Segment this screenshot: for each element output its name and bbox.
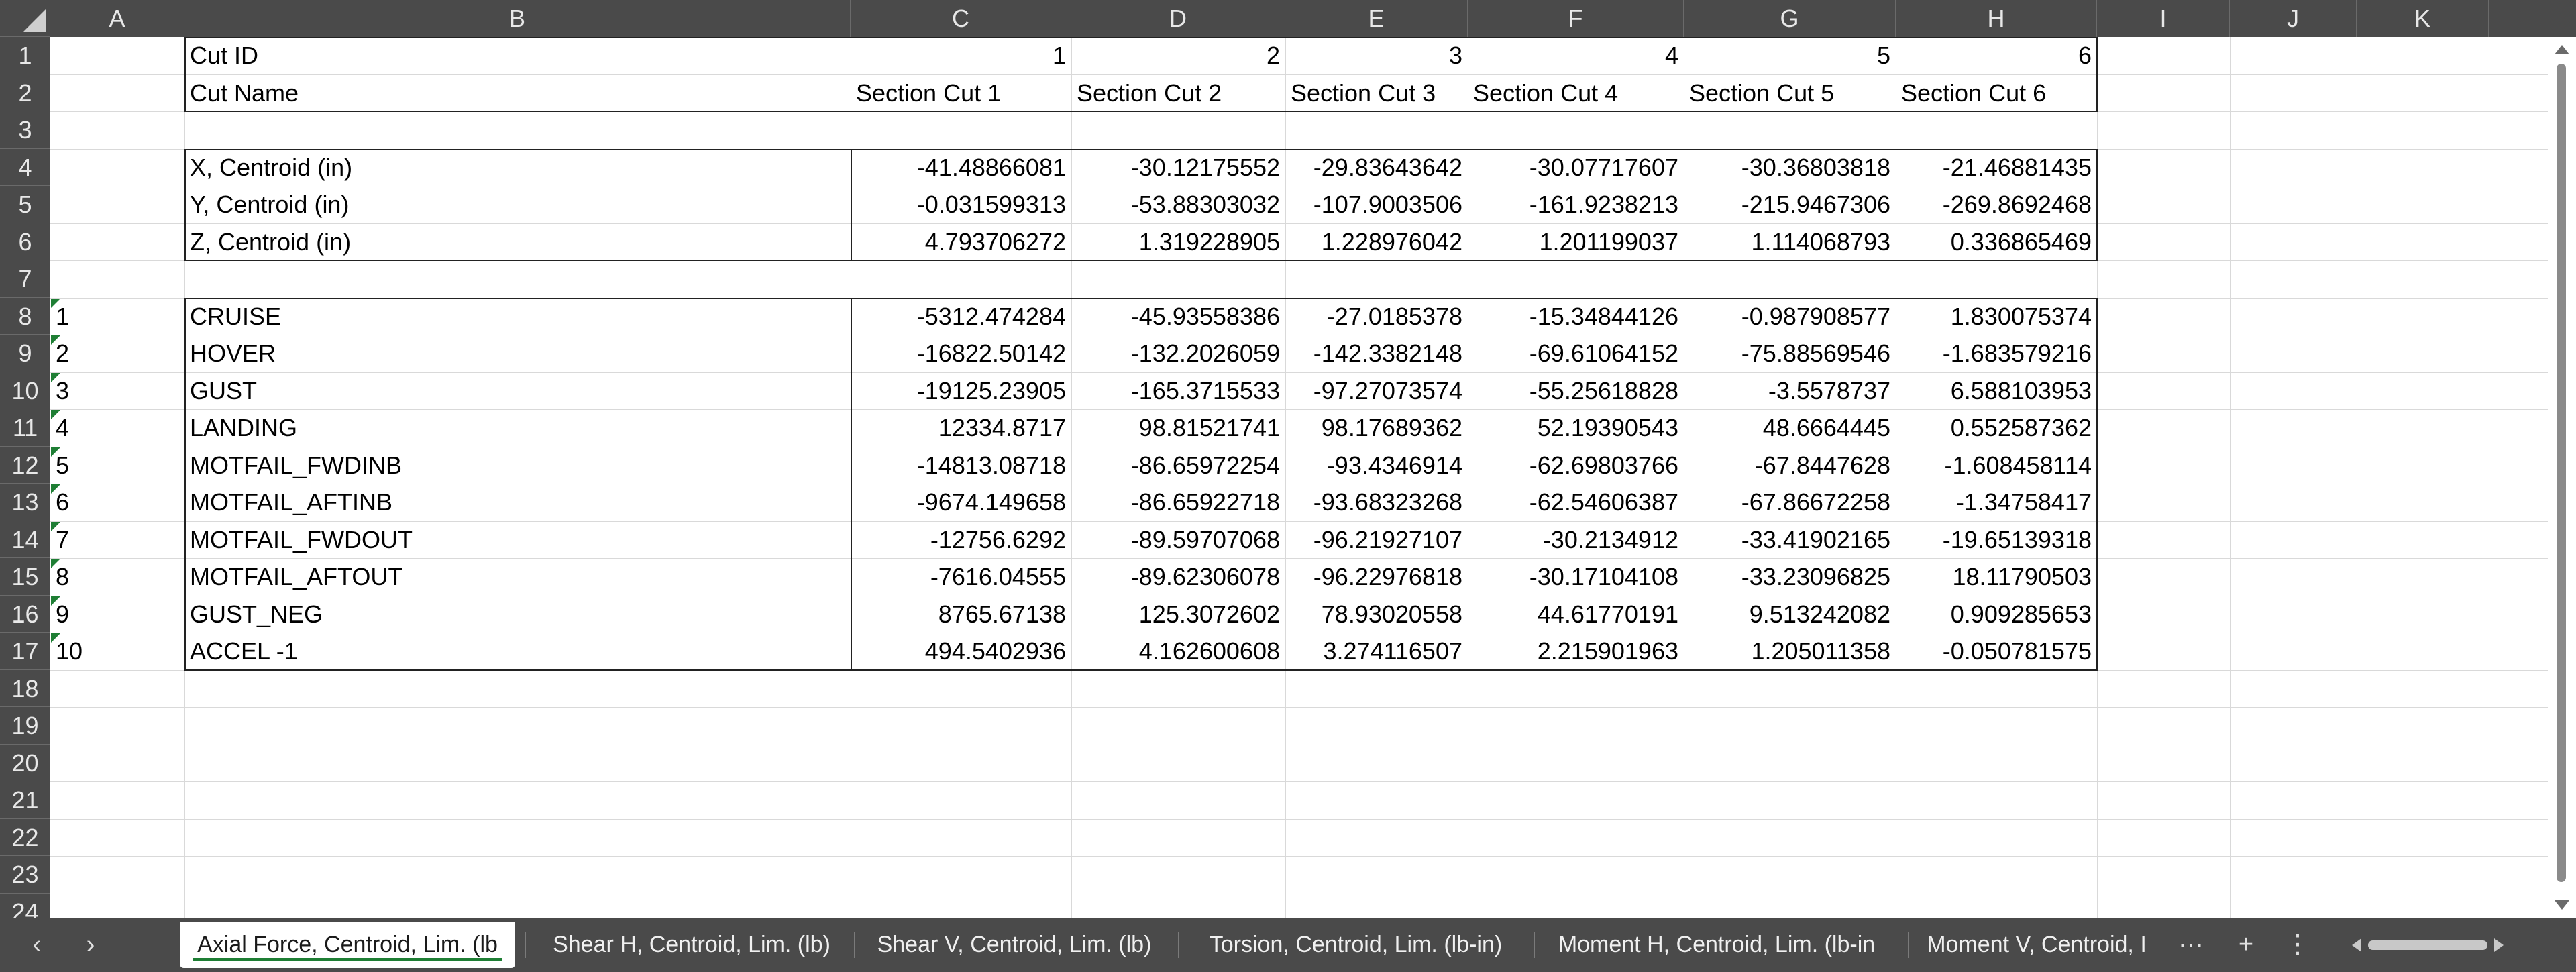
column-header-h[interactable]: H <box>1896 0 2097 37</box>
text-number-flag-icon <box>51 596 60 606</box>
row-header-3[interactable]: 3 <box>0 111 50 149</box>
sheet-tab[interactable]: Shear V, Centroid, Lim. (lb) <box>863 918 1165 972</box>
text-number-flag-icon <box>51 559 60 568</box>
sheet-tab-label: Shear H, Centroid, Lim. (lb) <box>553 932 830 957</box>
row-header-15[interactable]: 15 <box>0 558 50 596</box>
column-header-e[interactable]: E <box>1285 0 1468 37</box>
tab-separator <box>1534 932 1535 958</box>
sheet-menu-icon[interactable]: ⋮ <box>2281 918 2314 972</box>
row-header-11[interactable]: 11 <box>0 409 50 447</box>
centroid-divider <box>851 148 852 260</box>
loadcase-id[interactable]: 6 <box>50 484 184 521</box>
text-number-flag-icon <box>51 521 60 531</box>
text-number-flag-icon <box>51 447 60 457</box>
gridline <box>50 707 2548 708</box>
scroll-thumb[interactable] <box>2557 64 2566 882</box>
loadcase-id[interactable]: 3 <box>50 372 184 410</box>
column-header-g[interactable]: G <box>1684 0 1896 37</box>
loadcase-id[interactable]: 5 <box>50 447 184 484</box>
row-header-19[interactable]: 19 <box>0 707 50 745</box>
loadcase-table-border <box>184 297 2098 671</box>
loadcase-id[interactable]: 10 <box>50 633 184 670</box>
scroll-down-icon[interactable] <box>2555 900 2569 910</box>
tab-prev-icon[interactable]: ‹ <box>20 918 54 972</box>
row-header-23[interactable]: 23 <box>0 856 50 894</box>
header-table-border <box>184 37 2098 112</box>
sheet-tab-label: Axial Force, Centroid, Lim. (lb <box>197 932 498 957</box>
loadcase-id[interactable]: 7 <box>50 521 184 559</box>
horizontal-scrollbar[interactable] <box>2352 932 2504 958</box>
horizontal-scroll-thumb[interactable] <box>2368 940 2487 950</box>
loadcase-id[interactable]: 8 <box>50 558 184 596</box>
sheet-tab[interactable]: Moment V, Centroid, I <box>1917 918 2156 972</box>
tab-next-icon[interactable]: › <box>74 918 107 972</box>
sheet-tab[interactable]: Axial Force, Centroid, Lim. (lb <box>180 922 515 968</box>
row-header-1[interactable]: 1 <box>0 37 50 74</box>
row-header-4[interactable]: 4 <box>0 148 50 186</box>
column-header-c[interactable]: C <box>851 0 1071 37</box>
loadcase-id[interactable]: 1 <box>50 298 184 335</box>
sheet-tab-label: Moment V, Centroid, I <box>1927 932 2147 957</box>
loadcase-id[interactable]: 4 <box>50 409 184 447</box>
sheet-tab-label: Moment H, Centroid, Lim. (lb-in <box>1558 932 1876 957</box>
tab-separator <box>1178 932 1179 958</box>
column-header-j[interactable]: J <box>2230 0 2357 37</box>
row-header-8[interactable]: 8 <box>0 297 50 335</box>
gridline <box>50 781 2548 782</box>
row-header-12[interactable]: 12 <box>0 446 50 484</box>
centroid-table-border <box>184 148 2098 261</box>
scroll-up-icon[interactable] <box>2555 45 2569 54</box>
gridline <box>50 818 2548 820</box>
sheet-tab-bar: ‹ › Axial Force, Centroid, Lim. (lb Shear… <box>0 918 2576 972</box>
column-header-k[interactable]: K <box>2357 0 2489 37</box>
scroll-left-icon[interactable] <box>2352 938 2361 952</box>
sheet-tab-label: Shear V, Centroid, Lim. (lb) <box>877 932 1152 957</box>
column-header-i[interactable]: I <box>2097 0 2230 37</box>
row-header-17[interactable]: 17 <box>0 633 50 670</box>
loadcase-id[interactable]: 9 <box>50 596 184 633</box>
text-number-flag-icon <box>51 335 60 345</box>
add-sheet-icon[interactable]: + <box>2226 918 2266 972</box>
text-number-flag-icon <box>51 298 60 308</box>
sheet-tab[interactable]: Shear H, Centroid, Lim. (lb) <box>534 918 849 972</box>
select-all-button[interactable] <box>0 0 50 37</box>
tab-separator <box>525 932 526 958</box>
vertical-scrollbar[interactable] <box>2548 37 2576 918</box>
row-header-5[interactable]: 5 <box>0 186 50 223</box>
row-header-22[interactable]: 22 <box>0 818 50 856</box>
tab-separator <box>1908 932 1909 958</box>
row-header-20[interactable]: 20 <box>0 744 50 781</box>
scroll-right-icon[interactable] <box>2494 938 2504 952</box>
row-header-9[interactable]: 9 <box>0 335 50 372</box>
more-sheets-icon[interactable]: ··· <box>2171 918 2211 972</box>
row-header-21[interactable]: 21 <box>0 781 50 819</box>
row-header-2[interactable]: 2 <box>0 74 50 111</box>
row-header-14[interactable]: 14 <box>0 521 50 558</box>
sheet-tab-label: Torsion, Centroid, Lim. (lb-in) <box>1209 932 1503 957</box>
gridline <box>50 856 2548 857</box>
column-header-a[interactable]: A <box>50 0 184 37</box>
row-header-13[interactable]: 13 <box>0 484 50 521</box>
column-header-f[interactable]: F <box>1468 0 1684 37</box>
row-header-16[interactable]: 16 <box>0 595 50 633</box>
column-header-b[interactable]: B <box>184 0 851 37</box>
text-number-flag-icon <box>51 372 60 382</box>
text-number-flag-icon <box>51 410 60 419</box>
sheet-tab[interactable]: Torsion, Centroid, Lim. (lb-in) <box>1187 918 1524 972</box>
row-header-6[interactable]: 6 <box>0 223 50 260</box>
tab-separator <box>854 932 855 958</box>
row-header-7[interactable]: 7 <box>0 260 50 298</box>
sheet-tab[interactable]: Moment H, Centroid, Lim. (lb-in <box>1543 918 1890 972</box>
text-number-flag-icon <box>51 484 60 494</box>
text-number-flag-icon <box>51 633 60 643</box>
row-header-18[interactable]: 18 <box>0 669 50 707</box>
row-header-10[interactable]: 10 <box>0 372 50 409</box>
loadcase-id[interactable]: 2 <box>50 335 184 372</box>
active-tab-underline <box>193 958 502 961</box>
loadcase-divider <box>851 297 852 670</box>
column-header-d[interactable]: D <box>1071 0 1285 37</box>
